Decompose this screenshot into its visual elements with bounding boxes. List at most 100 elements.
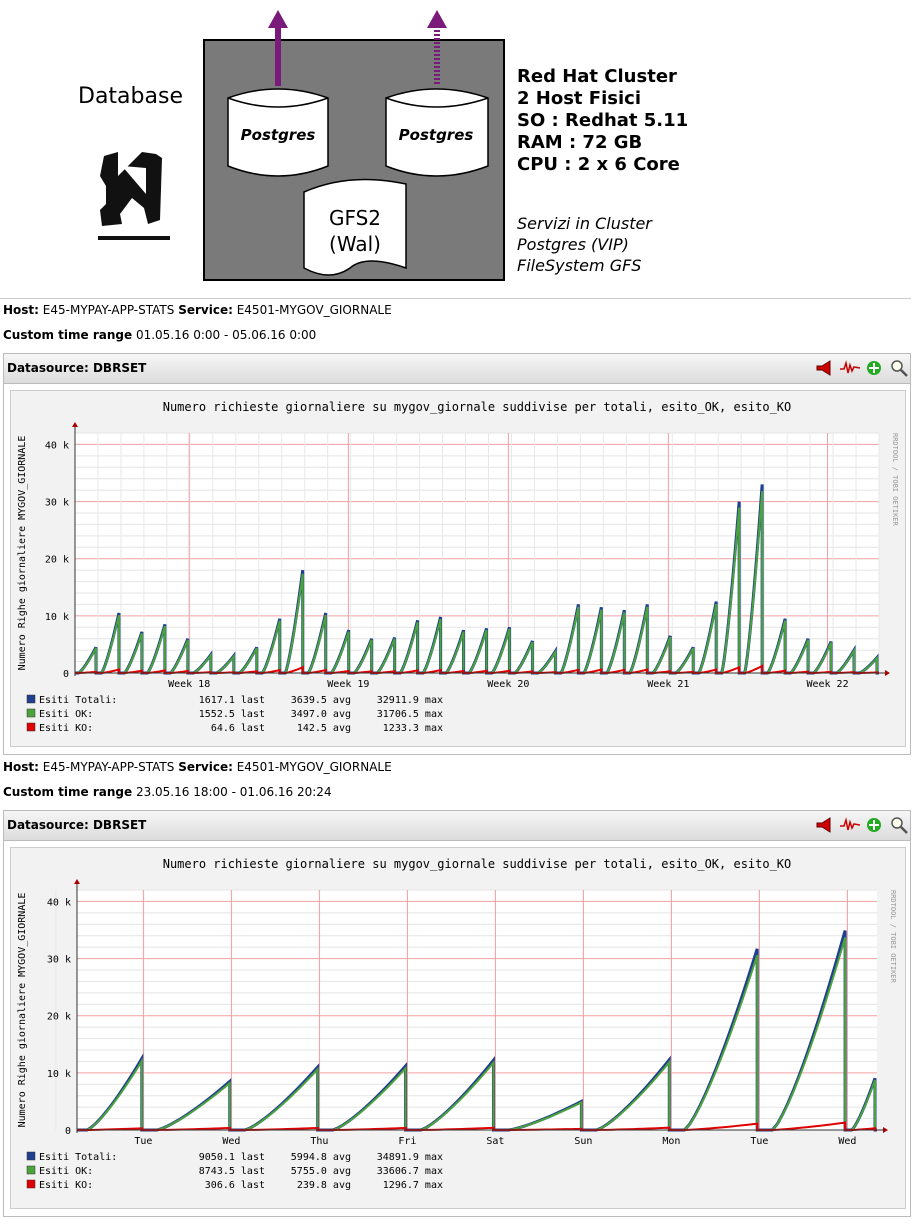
megaphone-icon[interactable] (815, 359, 833, 377)
graph-image: Numero richieste giornaliere su mygov_gi… (10, 847, 906, 1209)
service-value: E4501-MYGOV_GIORNALE (236, 760, 392, 774)
x-tick-label: Tue (750, 1136, 768, 1147)
legend-max: 34891.9 max (377, 1152, 443, 1163)
rrd-chart: Numero richieste giornaliere su mygov_gi… (17, 400, 899, 734)
datasource-panel: Datasource: DBRSET Numero richieste gior… (3, 353, 911, 755)
divider (0, 298, 911, 299)
zoom-icon[interactable] (890, 816, 908, 834)
zoom-icon[interactable] (890, 359, 908, 377)
gfs2-line-2: (Wal) (329, 232, 381, 256)
gfs2-line-1: GFS2 (328, 206, 382, 230)
y-tick-label: 40 k (47, 897, 71, 908)
graph-line-icon[interactable] (839, 359, 860, 377)
x-tick-label: Thu (310, 1136, 328, 1147)
legend-last: 8743.5 last (199, 1166, 265, 1177)
chart-title: Numero richieste giornaliere su mygov_gi… (163, 400, 792, 414)
cluster-info-line: CPU : 2 x 6 Core (517, 154, 680, 175)
time-range-line: Custom time range 01.05.16 0:00 - 05.06.… (3, 328, 316, 342)
postgres-label-1: Postgres (240, 126, 316, 144)
legend-swatch (26, 1179, 36, 1189)
time-range-label: Custom time range (3, 785, 133, 799)
megaphone-icon[interactable] (815, 816, 833, 834)
y-tick-label: 40 k (45, 440, 69, 451)
cluster-services: Servizi in Cluster Postgres (VIP) FileSy… (517, 213, 652, 276)
legend-name: Esiti KO: (39, 1180, 93, 1191)
host-line: Host: E45-MYPAY-APP-STATS Service: E4501… (3, 760, 392, 774)
x-axis-arrow (885, 670, 890, 676)
legend-last: 64.6 last (211, 723, 265, 734)
x-tick-label: Week 18 (168, 679, 210, 690)
legend-avg: 5755.0 avg (291, 1166, 351, 1177)
add-icon[interactable] (865, 816, 883, 834)
service-label: Service: (178, 303, 233, 317)
x-tick-label: Week 22 (806, 679, 848, 690)
panel-header: Datasource: DBRSET (4, 811, 910, 841)
cluster-info: Red Hat Cluster 2 Host Fisici SO : Redha… (517, 66, 688, 176)
watermark-label: RRDTOOL / TOBI OETIKER (889, 890, 897, 984)
legend-name: Esiti KO: (39, 723, 93, 734)
panel-actions (813, 359, 908, 377)
y-axis-arrow (74, 879, 80, 884)
legend-last: 306.6 last (205, 1180, 265, 1191)
time-range-value: 01.05.16 0:00 - 05.06.16 0:00 (135, 328, 317, 342)
y-tick-label: 0 (65, 1126, 71, 1137)
y-tick-label: 20 k (47, 1012, 71, 1023)
cluster-info-line: Red Hat Cluster (517, 66, 677, 87)
x-tick-label: Sat (486, 1136, 504, 1147)
services-line: FileSystem GFS (517, 256, 642, 275)
datasource-panel: Datasource: DBRSET Numero richieste gior… (3, 810, 911, 1217)
panel-header: Datasource: DBRSET (4, 354, 910, 384)
datasource-title: Datasource: DBRSET (7, 818, 147, 832)
panel-actions (813, 816, 908, 834)
service-value: E4501-MYGOV_GIORNALE (236, 303, 392, 317)
architecture-diagram: Database Postgres Postgres GFS2 (Wal) Re… (0, 0, 917, 290)
y-tick-label: 0 (63, 669, 69, 680)
datasource-title: Datasource: DBRSET (7, 361, 147, 375)
legend-name: Esiti Totali: (39, 1152, 117, 1163)
y-axis-label: Numero Righe giornaliere MYGOV_GIORNALE (17, 436, 28, 671)
legend-max: 33606.7 max (377, 1166, 443, 1177)
host-label: Host: (3, 760, 39, 774)
legend-max: 1296.7 max (383, 1180, 443, 1191)
host-value: E45-MYPAY-APP-STATS (42, 760, 175, 774)
legend-name: Esiti OK: (39, 709, 93, 720)
gfs2-label: GFS2 (Wal) (305, 205, 405, 257)
add-icon[interactable] (865, 359, 883, 377)
y-axis-arrow (72, 422, 78, 427)
x-tick-label: Tue (134, 1136, 152, 1147)
time-range-label: Custom time range (3, 328, 133, 342)
x-tick-label: Wed (838, 1136, 856, 1147)
legend-name: Esiti Totali: (39, 695, 117, 706)
graph-line-icon[interactable] (839, 816, 860, 834)
legend-swatch (26, 694, 36, 704)
x-tick-label: Mon (662, 1136, 680, 1147)
x-tick-label: Week 19 (327, 679, 369, 690)
legend-swatch (26, 722, 36, 732)
legend-name: Esiti OK: (39, 1166, 93, 1177)
cluster-info-line: 2 Host Fisici (517, 88, 641, 109)
host-value: E45-MYPAY-APP-STATS (42, 303, 175, 317)
services-line: Servizi in Cluster (517, 214, 652, 233)
host-label: Host: (3, 303, 39, 317)
database-label: Database (78, 84, 183, 109)
rrd-chart: Numero richieste giornaliere su mygov_gi… (17, 857, 897, 1191)
services-line: Postgres (VIP) (517, 235, 629, 254)
x-axis-arrow (883, 1127, 888, 1133)
legend-avg: 239.8 avg (297, 1180, 351, 1191)
service-label: Service: (178, 760, 233, 774)
x-tick-label: Fri (398, 1136, 416, 1147)
cluster-info-line: RAM : 72 GB (517, 132, 643, 153)
chart-title: Numero richieste giornaliere su mygov_gi… (163, 857, 792, 871)
legend-avg: 142.5 avg (297, 723, 351, 734)
legend-last: 1617.1 last (199, 695, 265, 706)
y-tick-label: 30 k (47, 955, 71, 966)
legend-max: 32911.9 max (377, 695, 443, 706)
legend-swatch (26, 708, 36, 718)
x-tick-label: Week 21 (647, 679, 689, 690)
legend-avg: 3497.0 avg (291, 709, 351, 720)
y-tick-label: 10 k (45, 612, 69, 623)
legend-last: 1552.5 last (199, 709, 265, 720)
time-range-value: 23.05.16 18:00 - 01.06.16 20:24 (135, 785, 332, 799)
x-tick-label: Wed (222, 1136, 240, 1147)
legend-last: 9050.1 last (199, 1152, 265, 1163)
